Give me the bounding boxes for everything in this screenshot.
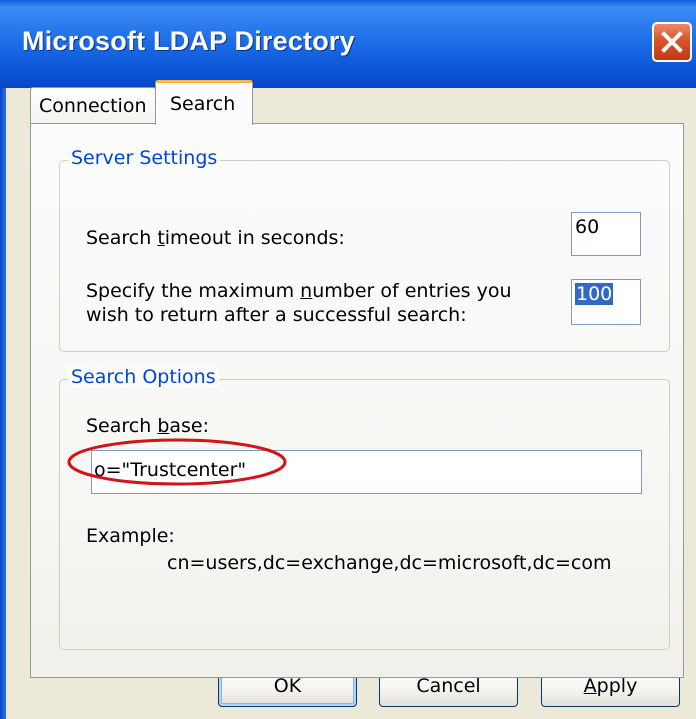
server-settings-legend: Server Settings [68, 147, 221, 169]
dialog-window: Microsoft LDAP Directory Connection Sear… [0, 0, 696, 719]
search-options-group: Search Options Search base: o="Trustcent… [59, 366, 670, 650]
tab-search-label: Search [170, 93, 236, 115]
tab-search[interactable]: Search [155, 80, 253, 125]
window-title: Microsoft LDAP Directory [22, 26, 355, 56]
timeout-label: Search timeout in seconds: [86, 227, 345, 249]
server-settings-group: Server Settings Search timeout in second… [59, 147, 670, 352]
search-options-legend: Search Options [68, 366, 219, 388]
tab-connection-label: Connection [39, 95, 147, 117]
window-frame-left [0, 88, 6, 719]
example-value: cn=users,dc=exchange,dc=microsoft,dc=com [167, 552, 612, 574]
close-button[interactable] [652, 22, 692, 62]
max-entries-value: 100 [575, 283, 614, 305]
title-bar[interactable]: Microsoft LDAP Directory [0, 0, 696, 88]
max-entries-label-line1: Specify the maximum number of entries yo… [86, 280, 512, 302]
max-entries-input[interactable]: 100 [571, 279, 641, 325]
timeout-value: 60 [575, 216, 600, 238]
search-base-label: Search base: [86, 415, 210, 437]
timeout-input[interactable]: 60 [571, 212, 641, 256]
example-label: Example: [86, 525, 175, 547]
close-icon [661, 31, 683, 53]
search-base-value: o="Trustcenter" [94, 459, 247, 481]
tab-panel-search: Server Settings Search timeout in second… [30, 123, 684, 678]
tab-connection[interactable]: Connection [30, 87, 156, 123]
max-entries-label-line2: wish to return after a successful search… [86, 304, 467, 326]
search-base-input[interactable]: o="Trustcenter" [91, 450, 642, 494]
